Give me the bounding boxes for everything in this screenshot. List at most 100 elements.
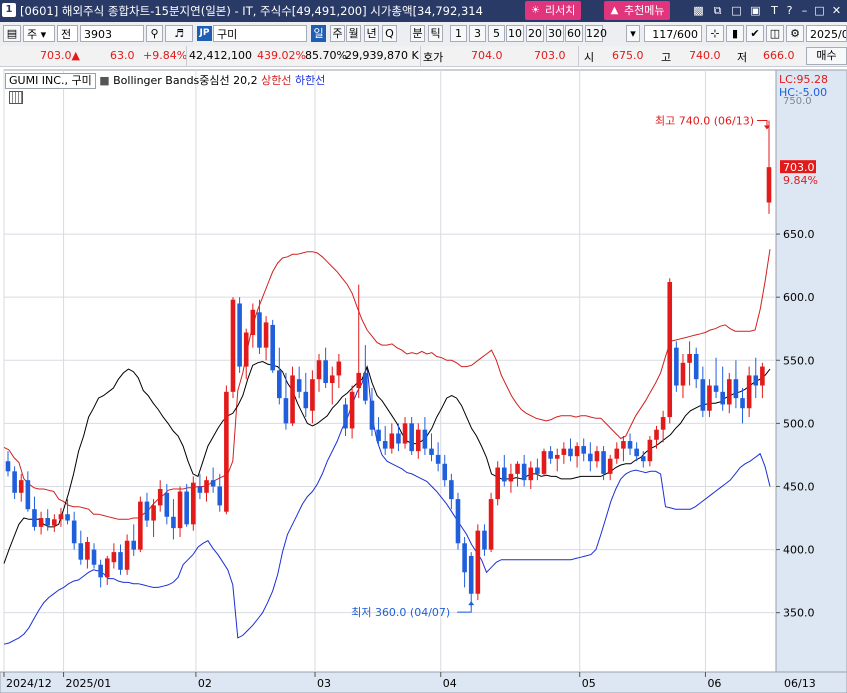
bid-label: 호가 [423, 51, 444, 64]
stock-code-value: 3903 [84, 28, 112, 41]
candle-body [680, 362, 686, 386]
interval-button-1[interactable]: 1 [450, 25, 467, 42]
legend-lower[interactable]: 하한선 [295, 74, 325, 87]
y-tick-label: 500.0 [783, 417, 815, 430]
candle-body [290, 375, 295, 424]
interval-button-5[interactable]: 5 [488, 25, 505, 42]
grid-settings-icon[interactable] [9, 91, 23, 104]
candle-body [561, 448, 567, 455]
period-button-5[interactable]: 분 [410, 25, 425, 42]
period-button-4[interactable]: Q [382, 25, 397, 42]
period-button-2[interactable]: 월 [346, 25, 361, 42]
sound-icon[interactable]: ♬ [165, 25, 193, 42]
candle-body [171, 516, 176, 529]
period-button-1[interactable]: 주 [330, 25, 345, 42]
page-counter[interactable]: 117/600 [644, 25, 702, 42]
hc-sub-label: 750.0 [783, 96, 812, 107]
candle-body [502, 467, 507, 482]
chart-type-icon[interactable]: ▤ [3, 25, 21, 42]
candle-body [210, 480, 216, 487]
candle-body [581, 446, 587, 454]
period-button-0[interactable]: 일 [311, 25, 326, 42]
recommend-menu-button[interactable]: ▲ 추천메뉴 [604, 1, 671, 20]
candle-body [468, 555, 474, 594]
market-select[interactable]: 전 [57, 25, 78, 42]
candle-body [482, 530, 487, 550]
candlestick-chart[interactable]: 650.0 600.0 550.0 500.0 450.0 400.0 350.0 2024/… [0, 66, 847, 693]
candle-body [164, 492, 170, 517]
link-icon[interactable]: ▩ [691, 3, 706, 18]
stock-code-input[interactable]: 3903 [80, 25, 144, 42]
maximize-icon[interactable]: □ [812, 3, 827, 18]
close-icon[interactable]: ✕ [829, 3, 844, 18]
gear-icon[interactable]: ⚙ [786, 25, 804, 42]
candle-body [316, 360, 322, 380]
interval-button-30[interactable]: 30 [546, 25, 564, 42]
interval-button-60[interactable]: 60 [565, 25, 583, 42]
title-bar: 1 [0601] 해외주식 종합차트-15분지연(일본) - IT, 주식수[4… [0, 0, 847, 22]
interval-button-120[interactable]: 120 [585, 25, 607, 42]
period-button-6[interactable]: 틱 [428, 25, 443, 42]
candle-body [766, 167, 772, 203]
candle-body [594, 451, 600, 462]
settings-window-icon[interactable]: ▣ [748, 3, 763, 18]
open-label: 시 [584, 51, 595, 64]
high-label: 고 [661, 51, 672, 64]
window-number[interactable]: 1 [2, 3, 16, 17]
chart-legend: GUMI INC., 구미 ■ Bollinger Bands중심선 20,2 … [5, 72, 325, 89]
candle-body [5, 461, 11, 472]
candle-body [733, 379, 739, 399]
help-icon[interactable]: T [767, 3, 782, 18]
legend-indicator[interactable]: Bollinger Bands중심선 20,2 [113, 74, 258, 87]
candle-body [65, 514, 70, 521]
period-button-3[interactable]: 년 [364, 25, 379, 42]
interval-button-10[interactable]: 10 [506, 25, 524, 42]
candle-body [138, 501, 143, 550]
buy-label: 매수 [816, 49, 837, 62]
legend-indicator-icon: ■ [99, 74, 110, 87]
interval-button-20[interactable]: 20 [526, 25, 544, 42]
save-icon[interactable]: ◫ [766, 25, 784, 42]
candle-body [85, 542, 90, 560]
candle-body [310, 379, 315, 411]
candle-body [25, 480, 31, 510]
x-tick-label: 05 [582, 677, 596, 690]
tool-icon[interactable]: ✔ [746, 25, 764, 42]
research-button[interactable]: ☀ 리서치 [525, 1, 582, 20]
quote-bar: 703.0▲ 63.0 +9.84% 42,412,100 439.02% 85… [0, 46, 847, 67]
trade-amount: 29,939,870 K [345, 49, 419, 62]
candle-body [111, 552, 117, 563]
date-input[interactable]: 2025/0 [806, 25, 847, 42]
candle-body [488, 499, 494, 550]
candle-body [746, 375, 752, 409]
bar-chart-icon[interactable]: ▮ [726, 25, 744, 42]
question-icon[interactable]: ? [782, 3, 797, 18]
interval-dropdown-icon[interactable]: ▾ [626, 25, 640, 42]
candle-body [647, 439, 653, 462]
research-label: 리서치 [545, 4, 576, 17]
thumbs-up-icon: ▲ [610, 5, 619, 16]
candle-body [528, 467, 534, 481]
buy-button[interactable]: 매수 [806, 47, 847, 65]
candle-body [104, 558, 110, 578]
candle-body [667, 282, 673, 418]
minimize-icon[interactable]: – [797, 3, 812, 18]
compare-icon[interactable]: ⊹ [706, 25, 724, 42]
legend-stock[interactable]: GUMI INC., 구미 [5, 73, 96, 89]
stock-name-value: 구미 [217, 28, 238, 41]
low-label: 저 [737, 51, 748, 64]
y-tick-label: 600.0 [783, 291, 815, 304]
high-price: 740.0 [689, 49, 721, 62]
legend-upper[interactable]: 상한선 [261, 74, 291, 87]
interval-button-3[interactable]: 3 [469, 25, 486, 42]
search-icon[interactable]: ⚲ [146, 25, 163, 42]
stock-name-input[interactable]: 구미 [213, 25, 307, 42]
candle-body [554, 454, 560, 459]
float-window-icon[interactable]: □ [729, 3, 744, 18]
date-input-value: 2025/0 [810, 28, 847, 41]
candle-body [204, 480, 209, 493]
candle-body [654, 429, 659, 440]
candle-body [356, 372, 362, 389]
copy-window-icon[interactable]: ⧉ [710, 3, 725, 18]
period-select[interactable]: 주 ▾ [23, 25, 55, 42]
